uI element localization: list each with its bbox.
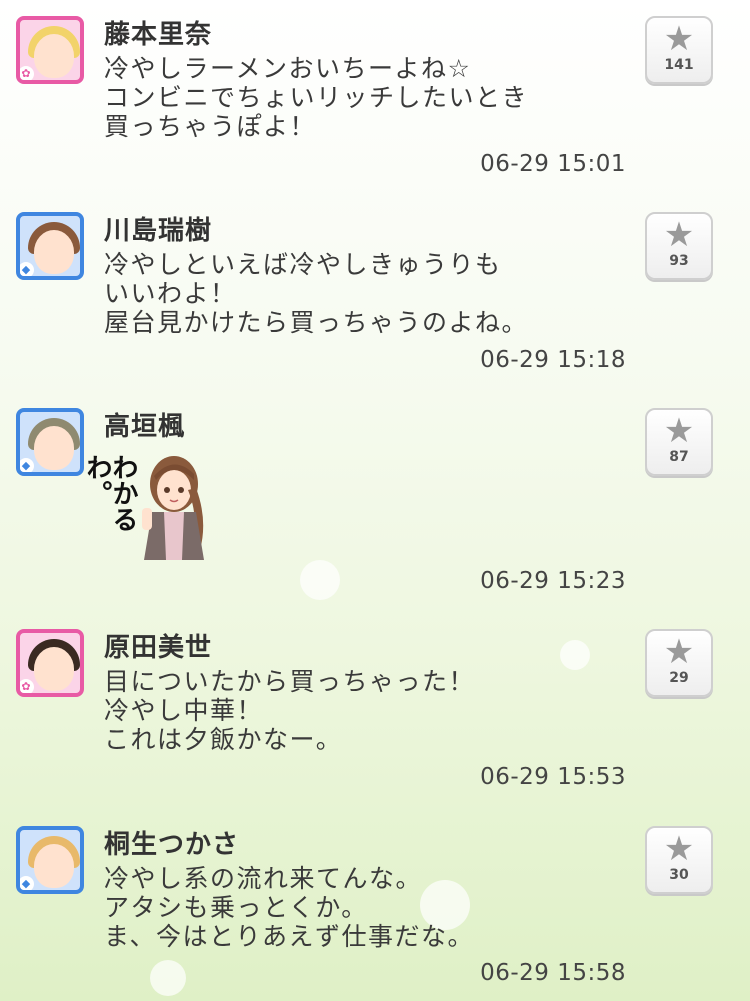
post-line: コンビニでちょいリッチしたいとき xyxy=(104,83,529,112)
post-line: 冷やし系の流れ来てんな。 xyxy=(104,864,423,893)
avatar[interactable]: ✿ xyxy=(16,16,84,84)
like-count: 93 xyxy=(669,253,689,269)
post-item: ◆ 桐生つかさ 冷やし系の流れ来てんな。 アタシも乗っとくか。 ま、今はとりあえ… xyxy=(0,826,750,1001)
post-timestamp: 06-29 15:58 xyxy=(480,960,626,986)
diamond-icon: ◆ xyxy=(20,876,34,890)
like-count: 87 xyxy=(669,449,689,465)
stamp-character xyxy=(142,456,204,560)
poster-name: 桐生つかさ xyxy=(104,830,240,860)
like-count: 29 xyxy=(669,670,689,686)
avatar[interactable]: ◆ xyxy=(16,408,84,476)
avatar-face xyxy=(34,230,74,274)
poster-name: 高垣楓 xyxy=(104,412,186,442)
flower-icon: ✿ xyxy=(20,679,34,693)
post-item: ◆ 川島瑞樹 冷やしといえば冷やしきゅうりも いいわよ！ 屋台見かけたら買っちゃ… xyxy=(0,212,750,392)
star-icon: ★ xyxy=(663,411,695,451)
avatar[interactable]: ◆ xyxy=(16,826,84,894)
star-icon: ★ xyxy=(663,829,695,869)
like-button[interactable]: ★ 87 xyxy=(645,408,713,476)
poster-name: 藤本里奈 xyxy=(104,20,213,50)
post-timestamp: 06-29 15:23 xyxy=(480,568,626,594)
star-icon: ★ xyxy=(663,632,695,672)
post-line: 冷やしといえば冷やしきゅうりも xyxy=(104,250,502,279)
like-count: 30 xyxy=(669,867,689,883)
post-line: 冷やしラーメンおいちーよね☆ xyxy=(104,54,472,83)
post-line: 目についたから買っちゃった！ xyxy=(104,667,476,696)
post-timestamp: 06-29 15:53 xyxy=(480,764,626,790)
stamp-image: わかるわ。 xyxy=(82,450,214,560)
like-count: 141 xyxy=(664,57,694,73)
like-button[interactable]: ★ 141 xyxy=(645,16,713,84)
post-line: アタシも乗っとくか。 xyxy=(104,893,368,922)
post-item: ✿ 藤本里奈 冷やしラーメンおいちーよね☆ コンビニでちょいリッチしたいとき 買… xyxy=(0,16,750,196)
like-button[interactable]: ★ 30 xyxy=(645,826,713,894)
post-item: ◆ 高垣楓 わかるわ。 06-29 15:23 ★ 87 xyxy=(0,408,750,598)
post-line: これは夕飯かなー。 xyxy=(104,725,343,754)
post-text: 目についたから買っちゃった！ 冷やし中華！ これは夕飯かなー。 xyxy=(104,667,475,754)
star-icon: ★ xyxy=(663,19,695,59)
poster-name: 原田美世 xyxy=(104,633,213,663)
avatar[interactable]: ◆ xyxy=(16,212,84,280)
post-text: 冷やしラーメンおいちーよね☆ コンビニでちょいリッチしたいとき 買っちゃうぽよ！ xyxy=(104,54,528,141)
post-item: ✿ 原田美世 目についたから買っちゃった！ 冷やし中華！ これは夕飯かなー。 0… xyxy=(0,629,750,809)
stamp-text: わかるわ。 xyxy=(82,454,138,532)
diamond-icon: ◆ xyxy=(20,458,34,472)
star-icon: ★ xyxy=(663,215,695,255)
post-line: 屋台見かけたら買っちゃうのよね。 xyxy=(104,308,529,337)
diamond-icon: ◆ xyxy=(20,262,34,276)
post-line: いいわよ！ xyxy=(104,279,237,308)
post-text: 冷やしといえば冷やしきゅうりも いいわよ！ 屋台見かけたら買っちゃうのよね。 xyxy=(104,250,528,337)
avatar-face xyxy=(34,844,74,888)
post-line: 冷やし中華！ xyxy=(104,696,264,725)
like-button[interactable]: ★ 29 xyxy=(645,629,713,697)
post-line: 買っちゃうぽよ！ xyxy=(104,112,317,141)
avatar-face xyxy=(34,647,74,691)
flower-icon: ✿ xyxy=(20,66,34,80)
avatar[interactable]: ✿ xyxy=(16,629,84,697)
like-button[interactable]: ★ 93 xyxy=(645,212,713,280)
post-text: 冷やし系の流れ来てんな。 アタシも乗っとくか。 ま、今はとりあえず仕事だな。 xyxy=(104,864,474,951)
post-timestamp: 06-29 15:18 xyxy=(480,347,626,373)
post-line: ま、今はとりあえず仕事だな。 xyxy=(104,922,475,951)
post-timestamp: 06-29 15:01 xyxy=(480,151,626,177)
avatar-face xyxy=(34,426,74,470)
avatar-face xyxy=(34,34,74,78)
poster-name: 川島瑞樹 xyxy=(104,216,213,246)
